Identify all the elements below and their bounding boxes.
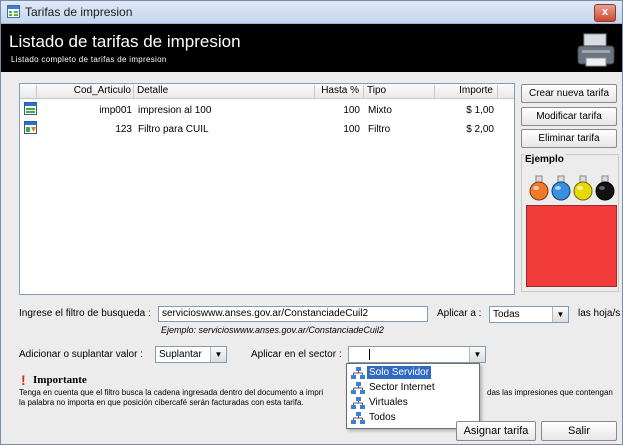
example-panel: Ejemplo: [521, 154, 619, 292]
title-bar[interactable]: Tarifas de impresion x: [1, 1, 622, 24]
exit-button[interactable]: Salir: [541, 421, 617, 441]
mode-value: Suplantar: [159, 349, 202, 360]
apply-to-value: Todas: [493, 309, 520, 320]
cell-tipo: Filtro: [368, 124, 391, 135]
column-header-detalle[interactable]: Detalle: [135, 85, 315, 98]
filter-input[interactable]: servicioswww.anses.gov.ar/ConstanciadeCu…: [158, 306, 428, 322]
mode-select[interactable]: Suplantar ▼: [155, 346, 227, 363]
network-icon: [351, 397, 365, 409]
blue-flask-icon[interactable]: [550, 175, 572, 201]
delete-tariff-button[interactable]: Eliminar tarifa: [521, 129, 617, 148]
dropdown-item-label: Virtuales: [369, 397, 408, 408]
important-text-line2: la palabra no importa en que posición ci…: [19, 398, 304, 407]
important-text: Tenga en cuenta que el filtro busca la c…: [19, 388, 619, 408]
orange-flask-icon[interactable]: [528, 175, 550, 201]
table-row[interactable]: 123 Filtro para CUIL 100 Filtro $ 2,00: [20, 121, 514, 139]
network-icon: [351, 412, 365, 424]
chevron-down-icon[interactable]: ▼: [469, 347, 485, 362]
dropdown-item-solo-servidor[interactable]: Solo Servidor: [349, 366, 477, 381]
network-icon: [351, 382, 365, 394]
cell-detalle: Filtro para CUIL: [138, 124, 209, 135]
sector-dropdown-list[interactable]: Solo Servidor Sector Internet Virtuales …: [346, 363, 480, 429]
page-title: Listado de tarifas de impresion: [9, 32, 241, 51]
sector-value: [369, 349, 370, 360]
network-icon: [351, 367, 365, 379]
close-button[interactable]: x: [594, 4, 616, 22]
dropdown-item-sector-internet[interactable]: Sector Internet: [349, 381, 477, 396]
important-text-line1: Tenga en cuenta que el filtro busca la c…: [19, 388, 324, 397]
dropdown-item-label: Todos: [369, 412, 396, 423]
cell-hasta: 100: [343, 124, 360, 135]
header-banner: Listado de tarifas de impresion Listado …: [1, 24, 622, 72]
cell-importe: $ 1,00: [466, 105, 494, 116]
chevron-down-icon[interactable]: ▼: [210, 347, 226, 362]
sector-select[interactable]: ▼: [348, 346, 486, 363]
table-header: Cod_Articulo Detalle Hasta % Tipo Import…: [20, 84, 514, 99]
filter-example-hint: Ejemplo: servicioswww.anses.gov.ar/Const…: [161, 325, 384, 335]
important-title: Importante: [33, 374, 87, 386]
apply-to-suffix: las hoja/s: [578, 308, 621, 319]
chevron-down-icon[interactable]: ▼: [552, 307, 568, 322]
column-header-hasta[interactable]: Hasta %: [316, 85, 364, 98]
warning-icon: !: [21, 372, 26, 388]
apply-to-select[interactable]: Todas ▼: [489, 306, 569, 323]
color-swatch: [526, 205, 617, 287]
sector-label: Aplicar en el sector :: [251, 349, 342, 360]
header-icon-column: [20, 85, 37, 98]
tarifas-window: Tarifas de impresion x Listado de tarifa…: [0, 0, 623, 445]
window-title: Tarifas de impresion: [25, 5, 133, 19]
apply-to-label: Aplicar a :: [437, 308, 482, 319]
tariff-mixed-icon: [24, 102, 37, 115]
yellow-flask-icon[interactable]: [572, 175, 594, 201]
close-icon: x: [601, 6, 609, 18]
page-subtitle: Listado completo de tarifas de impresion: [11, 55, 167, 64]
cell-detalle: impresion al 100: [138, 105, 212, 116]
dropdown-item-label: Solo Servidor: [367, 366, 432, 379]
cell-hasta: 100: [343, 105, 360, 116]
column-header-tipo[interactable]: Tipo: [365, 85, 435, 98]
cell-cod: 123: [115, 124, 132, 135]
create-tariff-button[interactable]: Crear nueva tarifa: [521, 84, 617, 103]
dropdown-item-virtuales[interactable]: Virtuales: [349, 396, 477, 411]
cell-importe: $ 2,00: [466, 124, 494, 135]
cell-tipo: Mixto: [368, 105, 392, 116]
mode-label: Adicionar o suplantar valor :: [19, 349, 143, 360]
modify-tariff-button[interactable]: Modificar tarifa: [521, 107, 617, 126]
column-header-importe[interactable]: Importe: [436, 85, 498, 98]
important-text-line1-end: das las impresiones que contengan: [487, 388, 613, 397]
column-header-cod[interactable]: Cod_Articulo: [37, 85, 134, 98]
filter-label: Ingrese el filtro de busqueda :: [19, 308, 151, 319]
printer-icon: [577, 33, 615, 67]
app-table-icon: [7, 5, 20, 18]
tariff-filter-icon: [24, 121, 37, 134]
cell-cod: imp001: [99, 105, 132, 116]
dropdown-item-label: Sector Internet: [369, 382, 435, 393]
assign-tariff-button[interactable]: Asignar tarifa: [456, 421, 536, 441]
example-label: Ejemplo: [524, 154, 565, 165]
black-flask-icon[interactable]: [594, 175, 616, 201]
table-row[interactable]: imp001 impresion al 100 100 Mixto $ 1,00: [20, 102, 514, 120]
tariff-table[interactable]: Cod_Articulo Detalle Hasta % Tipo Import…: [19, 83, 515, 295]
